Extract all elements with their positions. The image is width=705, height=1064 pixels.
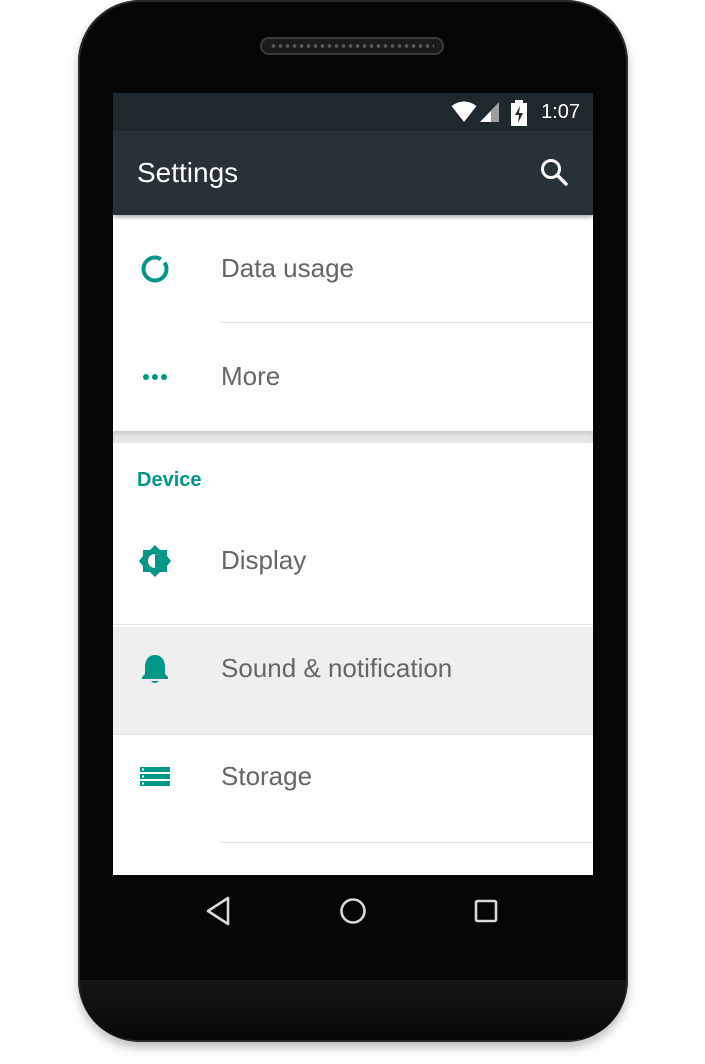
section-header-label: Device [137, 469, 202, 491]
speaker-dots [270, 43, 434, 49]
divider [221, 842, 593, 843]
settings-item-display[interactable]: Display [113, 519, 593, 627]
speaker-grille [260, 37, 444, 55]
section-header-device: Device [113, 443, 593, 519]
status-bar: 1:07 [113, 93, 593, 131]
settings-item-label: Sound & notification [221, 653, 453, 683]
search-icon[interactable] [535, 153, 575, 193]
display-brightness-icon [139, 545, 171, 577]
recents-icon[interactable] [468, 893, 504, 929]
navigation-bar [113, 875, 593, 947]
settings-item-storage[interactable]: Storage [113, 735, 593, 843]
signal-icon [480, 102, 499, 122]
back-icon[interactable] [202, 893, 238, 929]
section-divider [113, 431, 593, 443]
storage-icon [140, 767, 170, 786]
wifi-icon [451, 101, 477, 122]
settings-item-sound-notification[interactable]: Sound & notification [113, 627, 593, 735]
status-time: 1:07 [541, 101, 580, 123]
settings-item-label: Display [221, 545, 307, 575]
home-icon[interactable] [335, 893, 371, 929]
data-usage-icon [141, 255, 169, 283]
divider [113, 624, 593, 625]
app-bar: Settings [113, 131, 593, 215]
settings-item-label: Storage [221, 761, 313, 791]
device-screen: 1:07 Settings Data usage More Device Dis… [113, 93, 593, 875]
battery-charging-icon [511, 100, 527, 126]
settings-item-more[interactable]: More [113, 323, 593, 431]
phone-chin [80, 980, 626, 1040]
settings-item-label: Data usage [221, 253, 354, 283]
bell-icon [142, 655, 168, 683]
settings-list: Data usage More Device Display Sound & n… [113, 215, 593, 843]
more-icon [143, 374, 167, 380]
settings-item-data-usage[interactable]: Data usage [113, 215, 593, 323]
settings-item-label: More [221, 361, 281, 391]
page-title: Settings [137, 157, 239, 188]
